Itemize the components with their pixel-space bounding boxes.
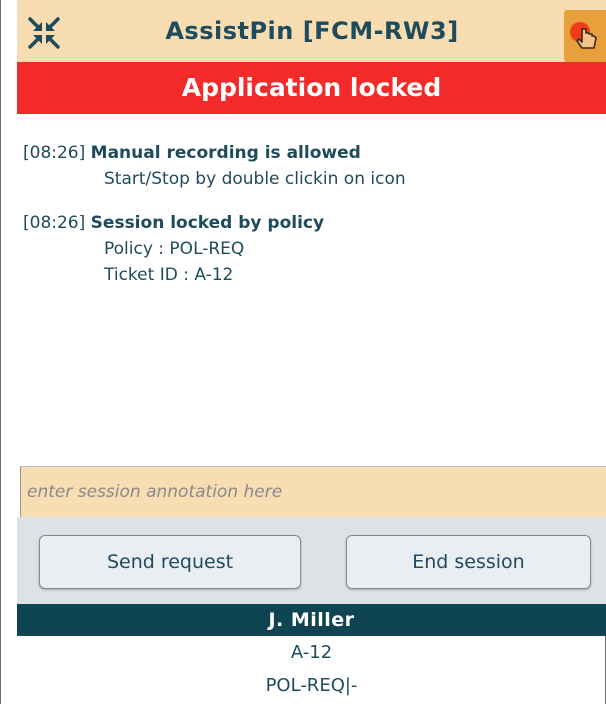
log-time: [08:26] <box>23 213 86 233</box>
title-bar: AssistPin [FCM-RW3] <box>17 0 606 62</box>
button-area: Send request End session <box>17 517 606 604</box>
log-entry: [08:26] Session locked by policy Policy … <box>23 210 593 288</box>
ticket-id-text: A-12 <box>290 642 333 663</box>
pin-button[interactable] <box>564 10 606 62</box>
annotation-field <box>20 466 606 517</box>
application-locked-banner: Application locked <box>17 62 606 114</box>
session-log: [08:26] Manual recording is allowed Star… <box>17 114 606 466</box>
log-detail: Ticket ID : A-12 <box>104 265 234 285</box>
session-annotation-input[interactable] <box>21 467 606 517</box>
window-title: AssistPin [FCM-RW3] <box>165 17 459 45</box>
log-detail: Policy : POL-REQ <box>104 239 245 259</box>
log-title: Manual recording is allowed <box>90 143 361 163</box>
log-entry: [08:26] Manual recording is allowed Star… <box>23 140 593 192</box>
log-detail: Start/Stop by double clickin on icon <box>104 169 406 189</box>
end-session-button[interactable]: End session <box>346 535 591 589</box>
log-title: Session locked by policy <box>90 213 325 233</box>
send-request-button[interactable]: Send request <box>39 535 301 589</box>
log-time: [08:26] <box>23 143 86 163</box>
collapse-arrows-icon[interactable] <box>27 16 61 50</box>
user-name-bar: J. Miller <box>17 604 606 636</box>
policy-text: POL-REQ|- <box>265 675 358 696</box>
